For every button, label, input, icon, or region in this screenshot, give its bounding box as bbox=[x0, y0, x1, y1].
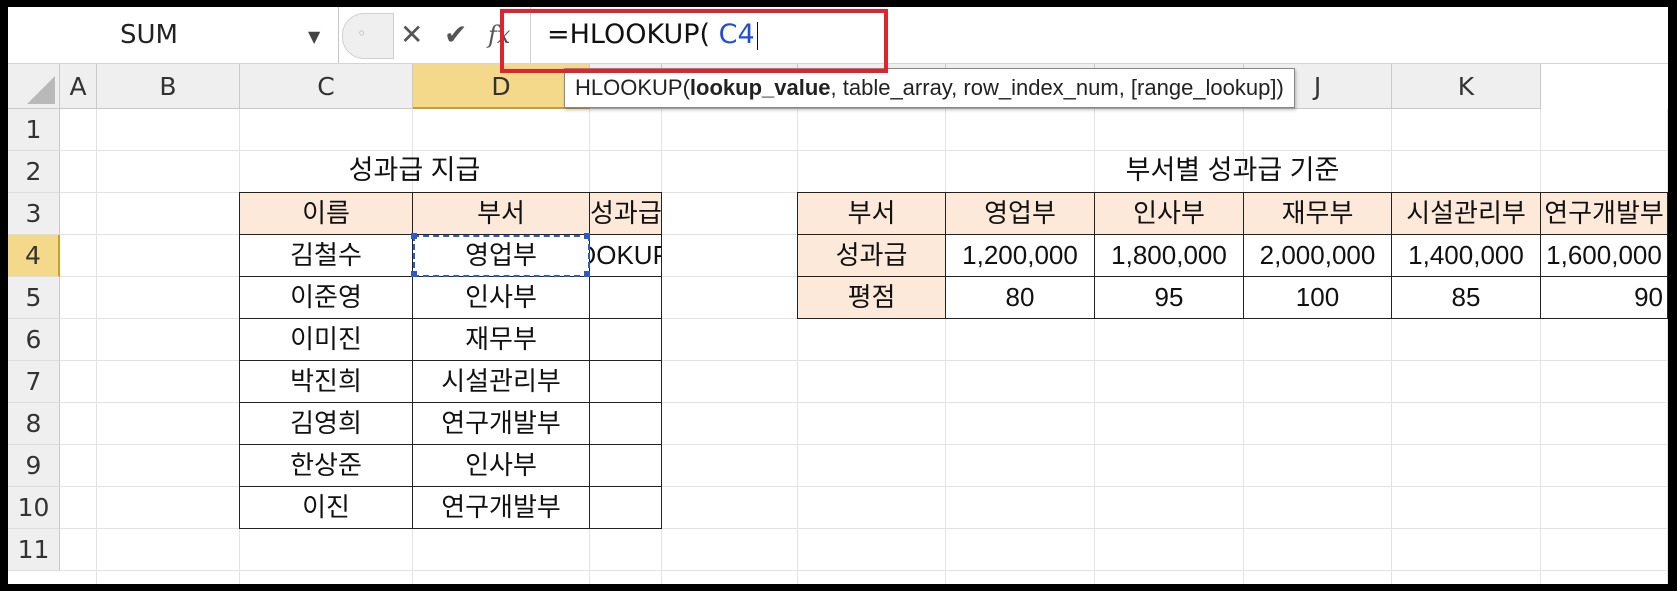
criteria-dept-header[interactable]: 인사부 bbox=[1094, 192, 1244, 235]
tooltip-func: HLOOKUP( bbox=[575, 75, 690, 100]
dept-cell[interactable]: 시설관리부 bbox=[412, 360, 590, 403]
dept-cell[interactable]: 연구개발부 bbox=[412, 486, 590, 529]
left-table-title[interactable]: 성과급 지급 bbox=[239, 150, 590, 193]
grip-dot-icon: ◦ bbox=[357, 24, 367, 43]
column-header-c[interactable]: C bbox=[240, 64, 413, 109]
tooltip-current-arg[interactable]: lookup_value bbox=[690, 75, 831, 100]
criteria-dept-header[interactable]: 영업부 bbox=[945, 192, 1095, 235]
name-cell[interactable]: 이진 bbox=[239, 486, 413, 529]
criteria-dept-header[interactable]: 연구개발부 bbox=[1540, 192, 1668, 235]
chevron-down-icon[interactable]: ▼ bbox=[308, 27, 320, 46]
select-all-triangle-icon bbox=[27, 76, 55, 104]
row-header-2[interactable]: 2 bbox=[8, 151, 60, 193]
bonus-cell[interactable] bbox=[589, 402, 662, 445]
row-header-1[interactable]: 1 bbox=[8, 109, 60, 151]
dept-cell[interactable]: 연구개발부 bbox=[412, 402, 590, 445]
name-cell[interactable]: 김영희 bbox=[239, 402, 413, 445]
dept-cell[interactable]: 인사부 bbox=[412, 444, 590, 487]
cancel-icon[interactable]: ✕ bbox=[400, 18, 423, 51]
left-table-header[interactable]: 이름 bbox=[239, 192, 413, 235]
bonus-cell[interactable] bbox=[589, 444, 662, 487]
bonus-cell[interactable] bbox=[589, 318, 662, 361]
left-table-header[interactable]: 성과급 bbox=[589, 192, 662, 235]
row-header-4[interactable]: 4 bbox=[8, 235, 60, 277]
select-all-corner[interactable] bbox=[8, 64, 60, 109]
row-header-10[interactable]: 10 bbox=[8, 487, 60, 529]
formula-bar-grip[interactable]: ◦ bbox=[342, 13, 394, 59]
column-header-b[interactable]: B bbox=[97, 64, 240, 109]
criteria-dept-header[interactable]: 시설관리부 bbox=[1391, 192, 1541, 235]
criteria-bonus-value[interactable]: 1,400,000 bbox=[1391, 234, 1541, 277]
tooltip-rest-args: , table_array, row_index_num, [range_loo… bbox=[830, 75, 1284, 100]
criteria-score-value[interactable]: 90 bbox=[1540, 276, 1668, 319]
left-table-header[interactable]: 부서 bbox=[412, 192, 590, 235]
criteria-score-value[interactable]: 100 bbox=[1243, 276, 1392, 319]
dept-cell[interactable]: 영업부 bbox=[412, 234, 590, 277]
criteria-bonus-value[interactable]: 1,800,000 bbox=[1094, 234, 1244, 277]
gridline-vertical bbox=[96, 109, 97, 584]
name-box-value: SUM bbox=[120, 20, 178, 50]
criteria-bonus-label[interactable]: 성과급 bbox=[797, 234, 946, 277]
formula-highlight-box bbox=[500, 9, 888, 73]
bonus-cell[interactable] bbox=[589, 276, 662, 319]
name-cell[interactable]: 박진희 bbox=[239, 360, 413, 403]
row-header-9[interactable]: 9 bbox=[8, 445, 60, 487]
name-cell[interactable]: 한상준 bbox=[239, 444, 413, 487]
dept-cell[interactable]: 인사부 bbox=[412, 276, 590, 319]
excel-window: SUM ▼ ◦ ✕ ✔ fx =HLOOKUP( C4 ABCDEFGHIJK … bbox=[8, 7, 1668, 584]
criteria-bonus-value[interactable]: 2,000,000 bbox=[1243, 234, 1392, 277]
enter-check-icon[interactable]: ✔ bbox=[444, 18, 467, 51]
active-cell-d4[interactable]: OOKUP( C4 bbox=[589, 234, 662, 277]
criteria-dept-header[interactable]: 재무부 bbox=[1243, 192, 1392, 235]
row-header-6[interactable]: 6 bbox=[8, 319, 60, 361]
criteria-score-value[interactable]: 85 bbox=[1391, 276, 1541, 319]
criteria-bonus-value[interactable]: 1,200,000 bbox=[945, 234, 1095, 277]
criteria-score-value[interactable]: 80 bbox=[945, 276, 1095, 319]
column-header-k[interactable]: K bbox=[1392, 64, 1541, 109]
name-box[interactable]: SUM ▼ bbox=[8, 7, 339, 63]
column-header-a[interactable]: A bbox=[60, 64, 97, 109]
name-cell[interactable]: 이미진 bbox=[239, 318, 413, 361]
gridline-horizontal bbox=[60, 570, 1668, 571]
row-header-3[interactable]: 3 bbox=[8, 193, 60, 235]
row-header-11[interactable]: 11 bbox=[8, 529, 60, 571]
row-header-7[interactable]: 7 bbox=[8, 361, 60, 403]
row-header-5[interactable]: 5 bbox=[8, 277, 60, 319]
bonus-cell[interactable] bbox=[589, 360, 662, 403]
name-cell[interactable]: 김철수 bbox=[239, 234, 413, 277]
criteria-bonus-value[interactable]: 1,600,000 bbox=[1540, 234, 1668, 277]
bonus-cell[interactable] bbox=[589, 486, 662, 529]
criteria-score-label[interactable]: 평점 bbox=[797, 276, 946, 319]
criteria-header-label[interactable]: 부서 bbox=[797, 192, 946, 235]
function-tooltip: HLOOKUP(lookup_value, table_array, row_i… bbox=[564, 68, 1295, 108]
spreadsheet-grid[interactable]: ABCDEFGHIJK 1234567891011 성과급 지급이름부서성과급김… bbox=[8, 64, 1668, 584]
right-table-title[interactable]: 부서별 성과급 기준 bbox=[797, 150, 1668, 193]
dept-cell[interactable]: 재무부 bbox=[412, 318, 590, 361]
row-header-8[interactable]: 8 bbox=[8, 403, 60, 445]
criteria-score-value[interactable]: 95 bbox=[1094, 276, 1244, 319]
name-cell[interactable]: 이준영 bbox=[239, 276, 413, 319]
